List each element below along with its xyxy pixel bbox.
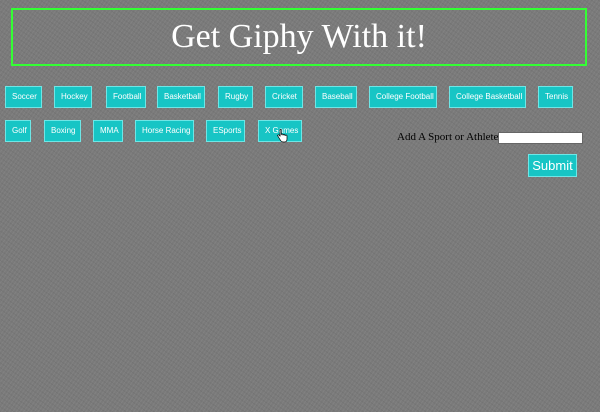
sport-button-boxing[interactable]: Boxing [44,120,81,142]
sport-button-baseball[interactable]: Baseball [315,86,357,108]
sport-button-college-football[interactable]: College Football [369,86,437,108]
sport-button-cricket[interactable]: Cricket [265,86,303,108]
sport-button-golf[interactable]: Golf [5,120,31,142]
sport-button-tennis[interactable]: Tennis [538,86,573,108]
sport-button-football[interactable]: Football [106,86,146,108]
sport-button-basketball[interactable]: Basketball [157,86,205,108]
sport-button-rugby[interactable]: Rugby [218,86,253,108]
sport-button-hockey[interactable]: Hockey [54,86,92,108]
submit-button[interactable]: Submit [528,154,577,177]
sport-button-college-basketball[interactable]: College Basketball [449,86,526,108]
add-sport-label: Add A Sport or Athlete [397,131,499,143]
sport-button-soccer[interactable]: Soccer [5,86,42,108]
sport-button-mma[interactable]: MMA [93,120,123,142]
sport-input[interactable] [498,132,583,144]
header-box: Get Giphy With it! [11,8,587,66]
page-title: Get Giphy With it! [171,18,427,55]
pointer-hand-cursor-icon [277,129,288,143]
sport-button-horse-racing[interactable]: Horse Racing [135,120,194,142]
sport-button-esports[interactable]: ESports [206,120,245,142]
